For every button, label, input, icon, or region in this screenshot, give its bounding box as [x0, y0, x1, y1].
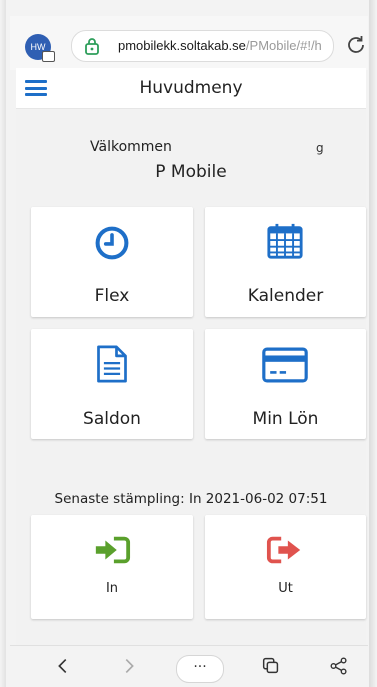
private-badge-icon	[42, 51, 55, 62]
saldon-label: Saldon	[83, 409, 141, 429]
min-lon-label: Min Lön	[252, 409, 319, 429]
last-stamp-text: Senaste stämpling: In 2021-06-02 07:51	[54, 491, 328, 507]
out-label: Ut	[278, 581, 293, 596]
refresh-icon[interactable]	[344, 33, 368, 57]
calendar-icon	[267, 223, 303, 259]
min-lon-tile[interactable]: Min Lön	[205, 329, 366, 439]
credit-card-icon	[262, 347, 308, 383]
profile-avatar[interactable]: HW	[25, 34, 55, 62]
forward-icon[interactable]	[118, 654, 140, 678]
redacted-name	[196, 135, 321, 155]
saldon-tile[interactable]: Saldon	[31, 329, 193, 439]
sign-in-icon	[95, 536, 131, 564]
page-title: Huvudmeny	[139, 78, 243, 98]
share-icon[interactable]	[328, 654, 350, 678]
url-text: pmobilekk.soltakab.se/PMobile/#!/h	[118, 38, 324, 53]
more-menu-button[interactable]: ···	[176, 655, 224, 683]
main-content: Välkommen g P Mobile Flex Kalender Saldo…	[16, 109, 366, 645]
stamp-out-button[interactable]: Ut	[205, 515, 366, 619]
browser-bottom-bar: ···	[10, 645, 368, 687]
screen: HW pmobilekk.soltakab.se/PMobile/#!/h Hu…	[0, 0, 377, 687]
company-name: P Mobile	[155, 162, 227, 182]
document-icon	[97, 345, 127, 383]
kalender-label: Kalender	[247, 286, 324, 306]
app-header: Huvudmeny	[16, 68, 366, 109]
welcome-name-fragment: g	[316, 141, 324, 155]
url-host: pmobilekk.soltakab.se	[118, 38, 246, 53]
flex-tile[interactable]: Flex	[31, 207, 193, 317]
welcome-text: Välkommen	[90, 139, 172, 155]
sign-out-icon	[266, 536, 301, 564]
clock-icon	[95, 226, 129, 260]
in-label: In	[105, 581, 119, 596]
stamp-in-button[interactable]: In	[31, 515, 193, 619]
tabs-icon[interactable]	[260, 654, 282, 678]
url-path: /PMobile/#!/h	[245, 38, 322, 53]
lock-icon	[85, 38, 99, 55]
address-bar[interactable]: pmobilekk.soltakab.se/PMobile/#!/h	[71, 30, 334, 62]
screen-edge-right	[369, 0, 377, 687]
kalender-tile[interactable]: Kalender	[205, 207, 366, 317]
flex-label: Flex	[94, 286, 130, 306]
back-icon[interactable]	[52, 654, 74, 678]
screen-edge-left	[0, 0, 6, 687]
